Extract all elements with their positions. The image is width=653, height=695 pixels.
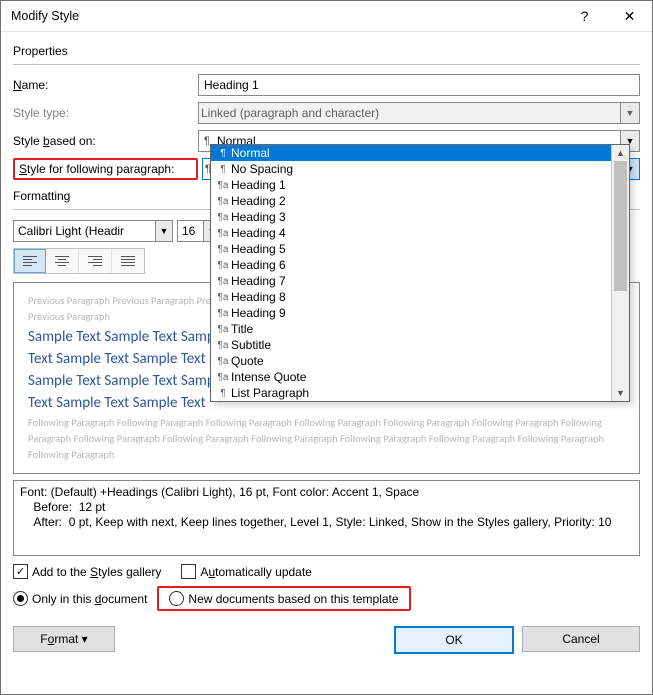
- paragraph-icon: ¶a: [215, 356, 231, 367]
- paragraph-icon: ¶a: [215, 212, 231, 223]
- only-this-document-radio[interactable]: Only in this document: [13, 591, 147, 606]
- dropdown-item[interactable]: ¶Normal: [211, 145, 611, 161]
- new-documents-radio[interactable]: New documents based on this template: [169, 591, 398, 606]
- alignment-group: [13, 248, 145, 274]
- dropdown-item[interactable]: ¶aHeading 4: [211, 225, 611, 241]
- align-center-button[interactable]: [46, 249, 79, 273]
- dropdown-item[interactable]: ¶aHeading 7: [211, 273, 611, 289]
- checkbox-icon: [181, 564, 196, 579]
- paragraph-icon: ¶: [215, 164, 231, 175]
- scroll-up-icon[interactable]: ▲: [612, 145, 629, 161]
- section-properties: Properties: [13, 44, 640, 58]
- font-select[interactable]: Calibri Light (Headir ▼: [13, 220, 173, 242]
- dropdown-item[interactable]: ¶aHeading 9: [211, 305, 611, 321]
- add-to-gallery-checkbox[interactable]: ✓ Add to the Styles gallery: [13, 564, 161, 579]
- paragraph-icon: ¶a: [215, 308, 231, 319]
- paragraph-icon: ¶a: [215, 372, 231, 383]
- paragraph-icon: ¶a: [215, 228, 231, 239]
- paragraph-icon: ¶a: [215, 260, 231, 271]
- align-left-button[interactable]: [14, 249, 46, 273]
- modify-style-dialog: Modify Style ? ✕ Properties Name: Style …: [0, 0, 653, 695]
- align-right-button[interactable]: [79, 249, 112, 273]
- checkbox-icon: ✓: [13, 564, 28, 579]
- titlebar: Modify Style ? ✕: [1, 1, 652, 32]
- close-button[interactable]: ✕: [607, 1, 652, 31]
- dropdown-item[interactable]: ¶aSubtitle: [211, 337, 611, 353]
- dropdown-item[interactable]: ¶aHeading 6: [211, 257, 611, 273]
- follow-dropdown-list: ¶Normal¶No Spacing¶aHeading 1¶aHeading 2…: [210, 144, 630, 402]
- radio-icon: [169, 591, 184, 606]
- paragraph-icon: ¶a: [215, 340, 231, 351]
- paragraph-icon: ¶a: [215, 276, 231, 287]
- paragraph-icon: ¶a: [215, 292, 231, 303]
- chevron-down-icon[interactable]: ▼: [155, 221, 172, 241]
- paragraph-icon: ¶: [215, 148, 231, 159]
- name-label: Name:: [13, 78, 198, 92]
- description-box: Font: (Default) +Headings (Calibri Light…: [13, 480, 640, 556]
- dropdown-item[interactable]: ¶aHeading 5: [211, 241, 611, 257]
- scrollbar[interactable]: ▲ ▼: [611, 145, 629, 401]
- dialog-body: Properties Name: Style type: Linked (par…: [1, 32, 652, 694]
- follow-label-highlight: Style for following paragraph:: [13, 158, 198, 180]
- radio-icon: [13, 591, 28, 606]
- ok-button[interactable]: OK: [394, 626, 514, 654]
- paragraph-icon: ¶a: [215, 324, 231, 335]
- dropdown-item[interactable]: ¶aQuote: [211, 353, 611, 369]
- type-select: Linked (paragraph and character) ▼: [198, 102, 640, 124]
- dialog-title: Modify Style: [11, 9, 79, 23]
- dropdown-item[interactable]: ¶aTitle: [211, 321, 611, 337]
- new-docs-highlight: New documents based on this template: [157, 586, 410, 611]
- type-label: Style type:: [13, 106, 198, 120]
- paragraph-icon: ¶a: [215, 196, 231, 207]
- paragraph-icon: ¶: [215, 388, 231, 399]
- paragraph-icon: ¶a: [215, 244, 231, 255]
- format-button[interactable]: Format ▾: [13, 626, 115, 652]
- chevron-down-icon: ▼: [620, 103, 639, 123]
- dropdown-item[interactable]: ¶aIntense Quote: [211, 369, 611, 385]
- cancel-button[interactable]: Cancel: [522, 626, 640, 652]
- align-justify-button[interactable]: [112, 249, 144, 273]
- based-on-label: Style based on:: [13, 134, 198, 148]
- name-input[interactable]: [198, 74, 640, 96]
- dropdown-item[interactable]: ¶List Paragraph: [211, 385, 611, 401]
- dropdown-item[interactable]: ¶aHeading 2: [211, 193, 611, 209]
- scroll-thumb[interactable]: [614, 161, 627, 291]
- paragraph-icon: ¶a: [215, 180, 231, 191]
- scroll-down-icon[interactable]: ▼: [612, 385, 629, 401]
- dropdown-item[interactable]: ¶aHeading 8: [211, 289, 611, 305]
- auto-update-checkbox[interactable]: Automatically update: [181, 564, 311, 579]
- dropdown-item[interactable]: ¶aHeading 1: [211, 177, 611, 193]
- follow-label: Style for following paragraph:: [19, 162, 174, 176]
- help-button[interactable]: ?: [562, 1, 607, 31]
- dropdown-item[interactable]: ¶aHeading 3: [211, 209, 611, 225]
- dropdown-item[interactable]: ¶No Spacing: [211, 161, 611, 177]
